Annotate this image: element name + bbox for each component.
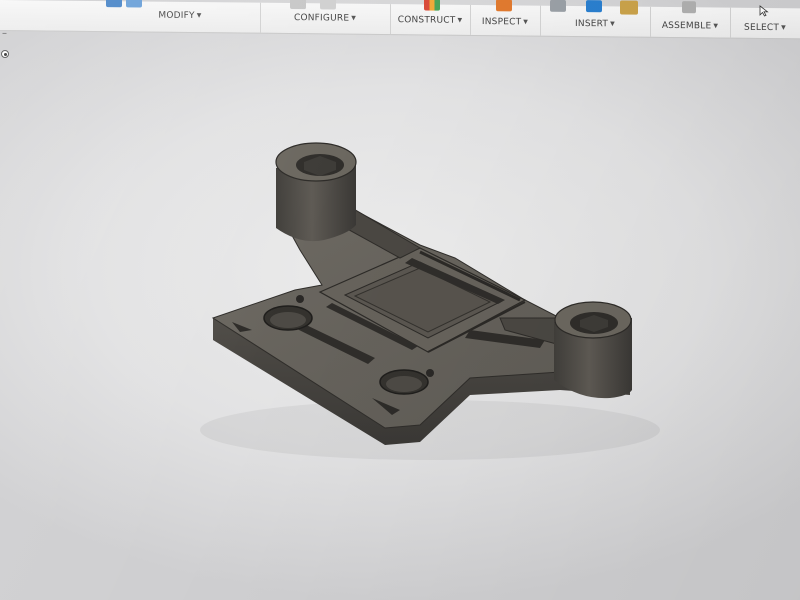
toolbar-group-select[interactable]: SELECT ▼ <box>730 5 800 39</box>
chevron-down-icon: ▼ <box>196 12 202 20</box>
canvas-viewport[interactable] <box>0 0 800 600</box>
insert-label: INSERT <box>575 19 609 30</box>
assemble-label: ASSEMBLE <box>661 20 712 32</box>
chevron-down-icon: ▼ <box>610 20 615 28</box>
toolbar-group-construct[interactable]: CONSTRUCT ▼ <box>390 0 471 35</box>
modify-label: MODIFY <box>158 10 195 22</box>
chevron-down-icon: ▼ <box>457 16 463 24</box>
chevron-down-icon: ▼ <box>713 22 719 30</box>
toolbar-group-configure[interactable]: CONFIGURE ▼ <box>260 0 391 35</box>
chevron-down-icon: ▼ <box>781 24 786 32</box>
chevron-down-icon: ▼ <box>523 18 529 26</box>
insert-mesh-icon <box>620 0 638 15</box>
insert-image-icon <box>586 0 602 13</box>
fillet-icon <box>126 0 142 8</box>
chevron-down-icon: ▼ <box>351 14 357 22</box>
toolbar-group-inspect[interactable]: INSPECT ▼ <box>470 0 541 36</box>
model-bracket[interactable] <box>0 0 800 600</box>
configure-label: CONFIGURE <box>293 13 350 24</box>
radio-icon[interactable] <box>1 50 9 58</box>
measure-icon <box>496 0 512 12</box>
toolbar-group-insert[interactable]: INSERT ▼ <box>540 0 651 37</box>
cursor-arrow-icon <box>758 2 774 17</box>
construct-label: CONSTRUCT <box>397 15 456 26</box>
joint-icon <box>682 1 696 14</box>
inspect-label: INSPECT <box>481 17 522 28</box>
fusion-window: MODIFY ▼ CONFIGURE ▼ CONSTRUCT ▼ INSPECT ▼ <box>0 0 800 600</box>
collapse-icon[interactable]: – <box>2 28 7 39</box>
insert-derive-icon <box>550 0 566 12</box>
toolbar-group-assemble[interactable]: ASSEMBLE ▼ <box>650 1 731 38</box>
plane-icon <box>424 0 440 11</box>
push-pull-icon <box>106 0 122 8</box>
change-parameters-icon <box>320 0 336 10</box>
toolbar-group-modify[interactable]: MODIFY ▼ <box>100 0 261 33</box>
browser-panel-edge: – <box>0 26 12 66</box>
parameter-table-icon <box>290 0 306 10</box>
select-label: SELECT <box>744 22 780 34</box>
